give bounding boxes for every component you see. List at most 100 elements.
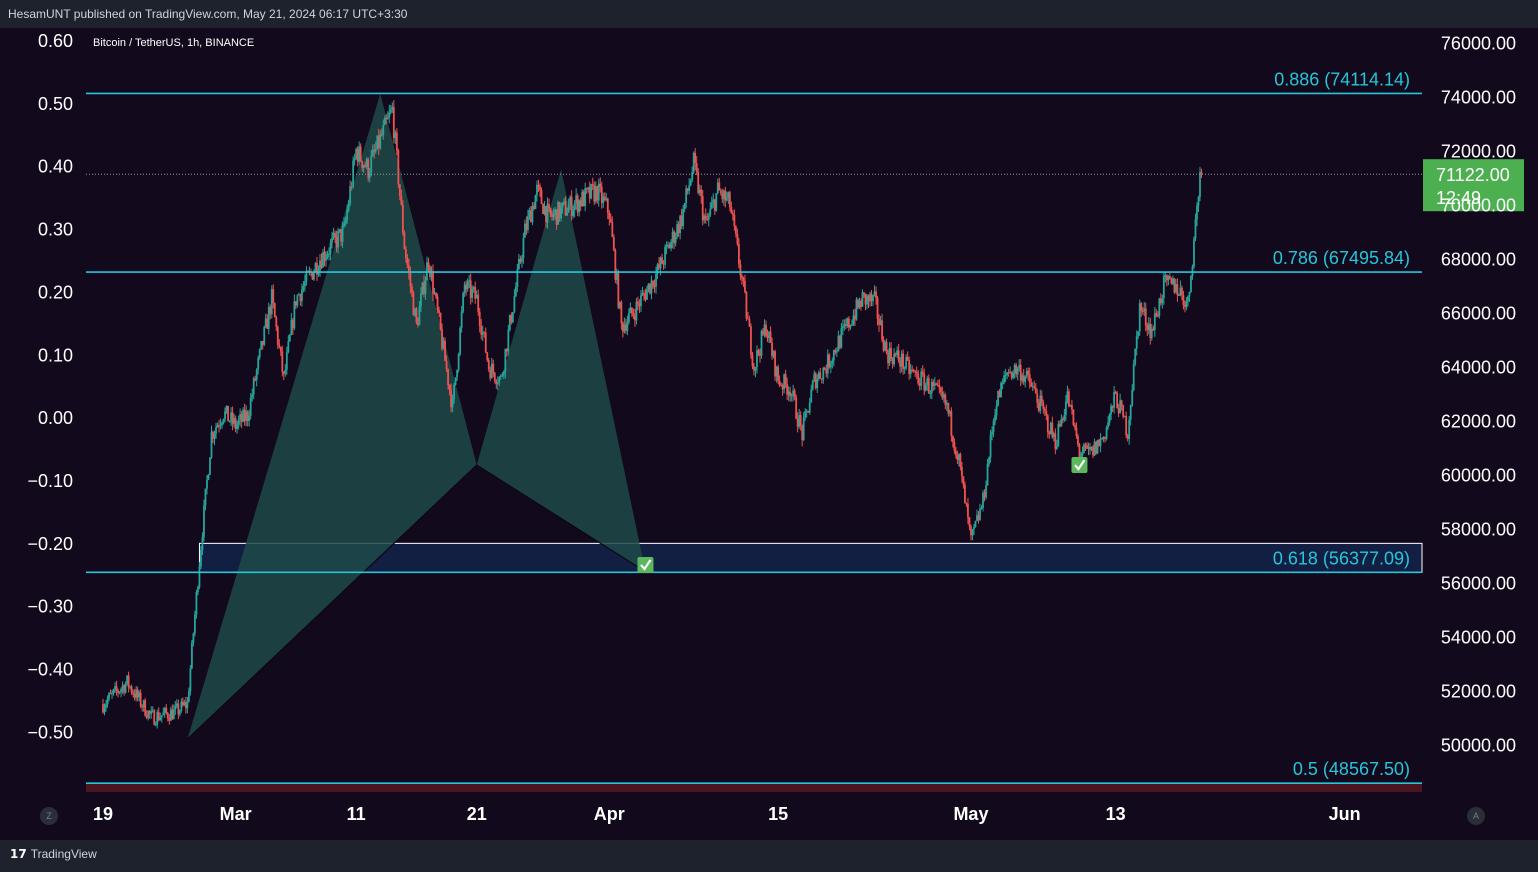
- candle-body: [599, 183, 602, 188]
- candle-body: [534, 195, 537, 209]
- candle-body: [1077, 436, 1079, 445]
- candle-body: [453, 384, 456, 400]
- tradingview-brand: TradingView: [30, 847, 97, 861]
- candle-body: [194, 614, 196, 634]
- symbol-label: Bitcoin / TetherUS, 1h, BINANCE: [93, 37, 254, 49]
- candle-body: [974, 520, 977, 527]
- candle-body: [609, 218, 612, 223]
- tradingview-logo[interactable]: 17 TradingView: [10, 847, 97, 861]
- candle-body: [959, 454, 962, 467]
- candle-body: [950, 411, 953, 436]
- candle-body: [927, 378, 930, 394]
- candle-body: [902, 353, 905, 369]
- candle-body: [504, 348, 507, 372]
- ratio-tick-label: −0.30: [27, 597, 73, 617]
- candle-body: [725, 197, 728, 201]
- candle-body: [1114, 391, 1117, 394]
- candle-body: [929, 393, 932, 395]
- candle-body: [1191, 266, 1194, 277]
- candle-body: [200, 549, 202, 567]
- candle-body: [808, 402, 811, 413]
- candle-body: [160, 715, 163, 718]
- candle-body: [674, 236, 677, 244]
- check-marker-icon: [637, 556, 654, 573]
- scale-z-button[interactable]: Z: [40, 807, 58, 825]
- candle-body: [924, 384, 927, 391]
- current-price-value: 71122.00: [1436, 165, 1510, 185]
- candle-body: [655, 273, 657, 287]
- candle-body: [744, 280, 746, 292]
- candle-body: [154, 724, 157, 726]
- candle-body: [831, 360, 834, 364]
- price-tick-label: 66000.00: [1441, 304, 1516, 324]
- candle-body: [917, 373, 920, 384]
- candle-body: [460, 311, 463, 328]
- candle-body: [477, 294, 480, 312]
- candle-body: [329, 242, 332, 254]
- candle-body: [368, 172, 371, 179]
- candle-body: [536, 184, 538, 196]
- candle-body: [401, 204, 404, 233]
- price-tick-label: 60000.00: [1441, 466, 1516, 486]
- candle-body: [1078, 444, 1081, 457]
- candle-body: [1075, 427, 1078, 437]
- candle-body: [279, 346, 282, 352]
- candle-body: [935, 383, 938, 385]
- price-tick-label: 58000.00: [1441, 520, 1516, 540]
- fib-label: 0.886 (74114.14): [1274, 69, 1410, 89]
- candle-body: [1030, 382, 1033, 387]
- candle-body: [1042, 402, 1045, 409]
- candle-body: [1196, 205, 1198, 220]
- candle-body: [224, 411, 226, 420]
- candle-body: [507, 329, 510, 352]
- price-tick-label: 74000.00: [1441, 88, 1516, 108]
- candle-body: [971, 529, 974, 536]
- candle-body: [637, 301, 639, 305]
- candle-body: [1074, 424, 1076, 428]
- price-tick-label: 50000.00: [1441, 736, 1516, 756]
- candle-body: [748, 319, 751, 327]
- candle-body: [278, 344, 281, 347]
- candle-body: [272, 289, 275, 304]
- candle-body: [132, 692, 135, 694]
- candle-body: [730, 207, 733, 214]
- candle-body: [1131, 390, 1134, 406]
- candle-body: [213, 433, 216, 439]
- candle-body: [784, 374, 787, 384]
- candle-body: [409, 272, 412, 287]
- candle-body: [178, 710, 181, 715]
- candle-body: [537, 184, 540, 187]
- candle-body: [466, 281, 469, 290]
- candle-body: [1107, 422, 1109, 428]
- candle-body: [840, 328, 843, 348]
- candle-body: [166, 713, 169, 719]
- price-tick-label: 68000.00: [1441, 250, 1516, 270]
- candle-body: [454, 377, 457, 385]
- ratio-tick-label: −0.40: [27, 660, 73, 680]
- candle-body: [386, 116, 389, 120]
- candle-body: [1068, 391, 1070, 407]
- candle-body: [263, 326, 266, 345]
- candle-body: [325, 257, 327, 261]
- candle-body: [985, 485, 987, 498]
- candle-body: [1178, 294, 1180, 296]
- candle-body: [106, 699, 109, 705]
- candle-body: [439, 313, 442, 330]
- candle-body: [1161, 298, 1164, 304]
- candle-body: [284, 369, 287, 374]
- candle-body: [1060, 419, 1063, 427]
- candle-body: [204, 488, 207, 506]
- candle-body: [275, 317, 278, 327]
- candle-body: [742, 278, 745, 281]
- candle-body: [691, 172, 694, 181]
- candle-body: [682, 209, 685, 227]
- price-chart[interactable]: 0.886 (74114.14) 0.786 (67495.84) 0.618 (5…: [0, 28, 1538, 840]
- auto-scale-button[interactable]: A: [1467, 807, 1485, 825]
- candle-body: [1128, 419, 1131, 439]
- candle-body: [281, 351, 284, 372]
- candle-body: [1193, 238, 1195, 267]
- candle-body: [1187, 296, 1189, 302]
- candle-body: [496, 383, 499, 385]
- candle-body: [304, 281, 306, 287]
- candle-body: [939, 387, 942, 393]
